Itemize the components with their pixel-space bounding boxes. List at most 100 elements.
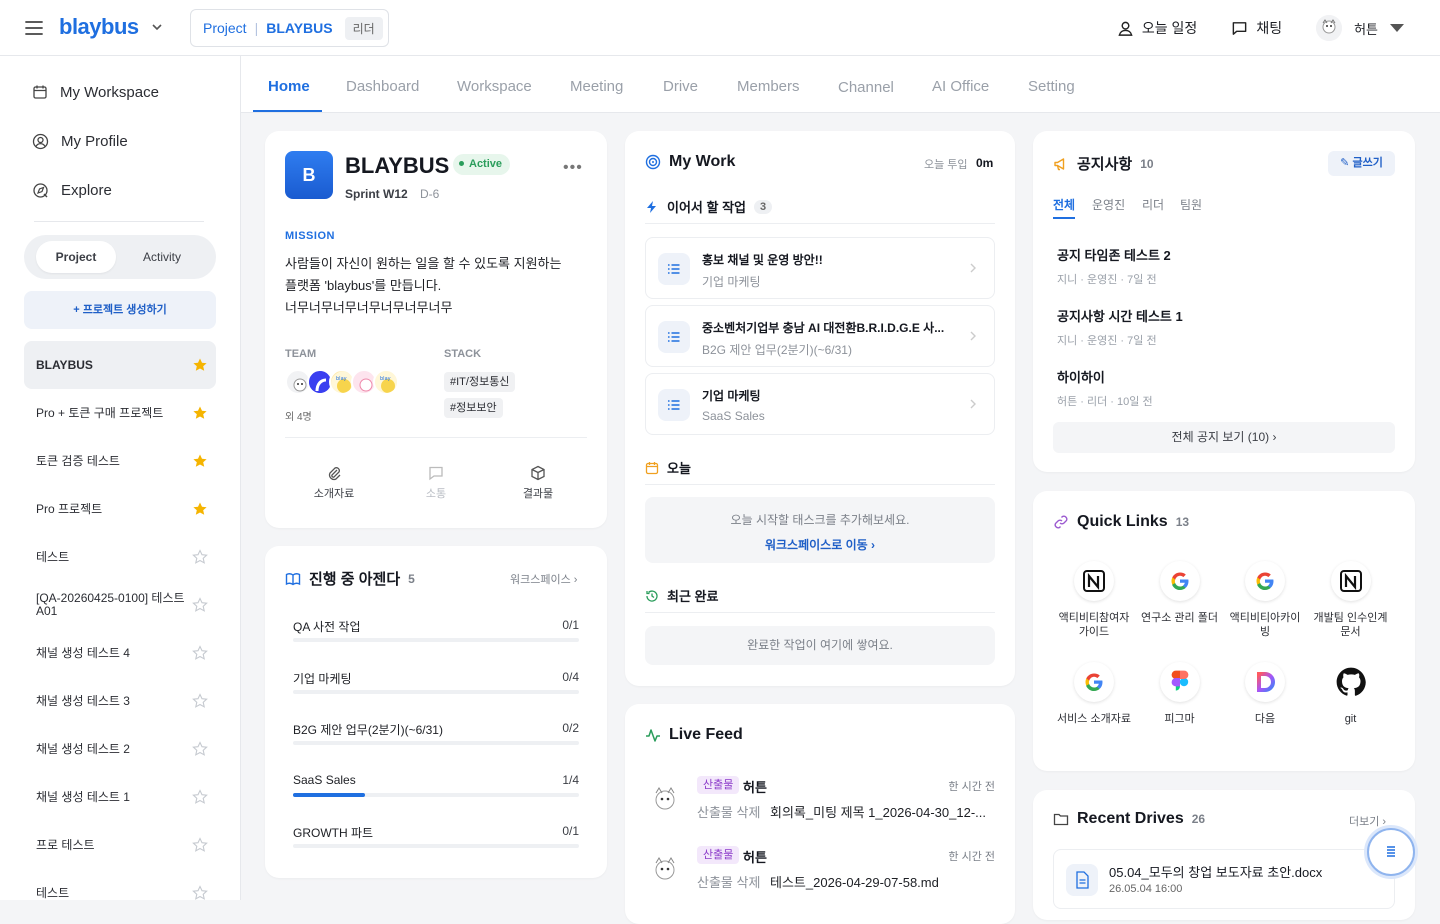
chevron-down-icon[interactable] bbox=[151, 21, 163, 33]
create-project-button[interactable]: + 프로젝트 생성하기 bbox=[24, 291, 216, 329]
quick-link-item[interactable]: git bbox=[1311, 662, 1391, 726]
write-notice-button[interactable]: ✎ 글쓰기 bbox=[1328, 151, 1395, 176]
notion-icon bbox=[1074, 561, 1114, 601]
sidebar-project-item[interactable]: 토큰 검증 테스트 bbox=[24, 437, 216, 485]
notice-tab-indicator bbox=[1053, 217, 1075, 219]
tab-drive[interactable]: Drive bbox=[663, 78, 698, 95]
sidebar-project-item[interactable]: 테스트 bbox=[24, 533, 216, 581]
agenda-item[interactable]: B2G 제안 업무(2분기)(~6/31) 0/2 bbox=[293, 715, 579, 755]
quick-link-item[interactable]: 액티비티아카이빙 bbox=[1225, 561, 1305, 639]
link-icon bbox=[1054, 515, 1068, 529]
feed-time: 한 시간 전 bbox=[948, 781, 995, 793]
communication-button[interactable]: 소통 bbox=[406, 465, 466, 501]
quick-link-item[interactable]: 피그마 bbox=[1140, 662, 1220, 726]
quick-link-item[interactable]: 다음 bbox=[1225, 662, 1305, 726]
tab-home[interactable]: Home bbox=[268, 78, 310, 95]
star-outline-icon[interactable] bbox=[192, 645, 208, 661]
agenda-progress-value: 0/1 bbox=[562, 824, 579, 838]
star-outline-icon[interactable] bbox=[192, 549, 208, 565]
sidebar-project-item[interactable]: 채널 생성 테스트 3 bbox=[24, 677, 216, 725]
team-avatars[interactable]: blay blay bbox=[285, 369, 399, 395]
tab-ai-office[interactable]: AI Office bbox=[932, 78, 989, 95]
go-workspace-link[interactable]: 워크스페이스로 이동 › bbox=[645, 536, 995, 553]
drives-more-label: 더보기 bbox=[1349, 816, 1380, 828]
hamburger-menu-icon[interactable] bbox=[24, 18, 44, 38]
workspace-link[interactable]: 워크스페이스 › bbox=[510, 571, 577, 587]
tab-setting[interactable]: Setting bbox=[1028, 78, 1075, 95]
quick-link-item[interactable]: 개발팀 인수인계 문서 bbox=[1311, 561, 1391, 639]
drive-file-item[interactable]: 05.04_모두의 창업 보도자료 초안.docx 26.05.04 16:00 bbox=[1053, 849, 1395, 909]
notice-item[interactable]: 공지사항 시간 테스트 1 지니 · 운영진 · 7일 전 bbox=[1057, 306, 1377, 348]
sidebar-project-item[interactable]: 테스트 bbox=[24, 869, 216, 900]
work-item[interactable]: 홍보 채널 및 운영 방안!! 기업 마케팅 bbox=[645, 237, 995, 299]
today-schedule-button[interactable]: 오늘 일정 bbox=[1117, 18, 1197, 38]
tab-dashboard[interactable]: Dashboard bbox=[346, 78, 419, 95]
deliverables-button[interactable]: 결과물 bbox=[508, 465, 568, 501]
live-feed-title: Live Feed bbox=[645, 726, 743, 744]
my-work-title: My Work bbox=[645, 153, 735, 171]
star-outline-icon[interactable] bbox=[192, 837, 208, 853]
intro-material-button[interactable]: 소개자료 bbox=[304, 465, 364, 501]
star-filled-icon[interactable] bbox=[192, 501, 208, 517]
status-badge: Active bbox=[453, 154, 511, 175]
box-icon bbox=[531, 465, 545, 481]
work-item[interactable]: 기업 마케팅 SaaS Sales bbox=[645, 373, 995, 435]
top-actions: 오늘 일정 채팅 허튼 bbox=[1117, 0, 1440, 56]
sprint-label: Sprint W12 bbox=[345, 187, 408, 201]
star-filled-icon[interactable] bbox=[192, 405, 208, 421]
tab-project[interactable]: Project bbox=[36, 241, 116, 273]
chat-button[interactable]: 채팅 bbox=[1231, 18, 1282, 38]
star-outline-icon[interactable] bbox=[192, 597, 208, 613]
sidebar-project-item[interactable]: Pro 프로젝트 bbox=[24, 485, 216, 533]
all-notices-button[interactable]: 전체 공지 보기 (10) › bbox=[1053, 422, 1395, 453]
notice-item[interactable]: 하이하이 허튼 · 리더 · 10일 전 bbox=[1057, 367, 1377, 409]
stack-tag: #IT/정보통신 bbox=[444, 372, 516, 392]
floating-notes-button[interactable] bbox=[1367, 828, 1415, 876]
project-switcher[interactable]: Project | BLAYBUS 리더 bbox=[190, 9, 389, 47]
github-icon bbox=[1330, 662, 1371, 702]
more-options-icon[interactable]: ••• bbox=[563, 159, 583, 177]
status-dot bbox=[459, 160, 464, 166]
sidebar-project-item[interactable]: Pro + 토큰 구매 프로젝트 bbox=[24, 389, 216, 437]
quick-link-item[interactable]: 연구소 관리 폴더 bbox=[1140, 561, 1220, 625]
star-outline-icon[interactable] bbox=[192, 885, 208, 900]
feed-file: 회의록_미팅 제목 1_2026-04-30_12-... bbox=[770, 805, 986, 820]
sidebar-project-item[interactable]: 채널 생성 테스트 4 bbox=[24, 629, 216, 677]
agenda-item[interactable]: QA 사전 작업 0/1 bbox=[293, 612, 579, 652]
app-logo[interactable]: blaybus bbox=[59, 14, 139, 40]
work-item[interactable]: 중소벤처기업부 충남 AI 대전환B.R.I.D.G.E 사... B2G 제안 … bbox=[645, 305, 995, 367]
tab-channel[interactable]: Channel bbox=[838, 79, 894, 96]
separator: | bbox=[254, 20, 259, 36]
star-filled-icon[interactable] bbox=[192, 453, 208, 469]
sidebar-project-item[interactable]: BLAYBUS bbox=[24, 341, 216, 389]
star-outline-icon[interactable] bbox=[192, 693, 208, 709]
notice-tab-leader[interactable]: 리더 bbox=[1142, 196, 1164, 213]
sidebar-project-item[interactable]: [QA-20260425-0100] 테스트 A01 bbox=[24, 581, 216, 629]
today-empty-state: 오늘 시작할 태스크를 추가해보세요. 워크스페이스로 이동 › bbox=[645, 497, 995, 563]
star-outline-icon[interactable] bbox=[192, 741, 208, 757]
agenda-item[interactable]: SaaS Sales 1/4 bbox=[293, 767, 579, 807]
sidebar-project-item[interactable]: 채널 생성 테스트 2 bbox=[24, 725, 216, 773]
tab-activity[interactable]: Activity bbox=[122, 241, 202, 273]
tab-meeting[interactable]: Meeting bbox=[570, 78, 623, 95]
agenda-item[interactable]: 기업 마케팅 0/4 bbox=[293, 664, 579, 704]
sidebar-project-item[interactable]: 채널 생성 테스트 1 bbox=[24, 773, 216, 821]
agenda-item[interactable]: GROWTH 파트 0/1 bbox=[293, 818, 579, 858]
intro-material-label: 소개자료 bbox=[313, 488, 355, 500]
notice-tab-all[interactable]: 전체 bbox=[1053, 196, 1075, 213]
notice-tab-member[interactable]: 팀원 bbox=[1180, 196, 1202, 213]
sidebar-project-item[interactable]: 프로 테스트 bbox=[24, 821, 216, 869]
notice-item[interactable]: 공지 타임존 테스트 2 지니 · 운영진 · 7일 전 bbox=[1057, 245, 1377, 287]
tab-workspace[interactable]: Workspace bbox=[457, 78, 532, 95]
tab-members[interactable]: Members bbox=[737, 78, 800, 95]
notice-tab-admin[interactable]: 운영진 bbox=[1092, 196, 1125, 213]
drives-more-link[interactable]: 더보기 › bbox=[1349, 813, 1386, 829]
quick-link-item[interactable]: 액티비티참여자가이드 bbox=[1054, 561, 1134, 639]
sidebar-item-my-workspace[interactable]: My Workspace bbox=[24, 75, 216, 109]
star-outline-icon[interactable] bbox=[192, 789, 208, 805]
star-filled-icon[interactable] bbox=[192, 357, 208, 373]
sidebar-item-explore[interactable]: Explore bbox=[24, 173, 216, 207]
quick-link-item[interactable]: 서비스 소개자료 bbox=[1054, 662, 1134, 726]
user-menu[interactable]: 허튼 bbox=[1316, 15, 1404, 41]
sidebar-item-my-profile[interactable]: My Profile bbox=[24, 124, 216, 158]
